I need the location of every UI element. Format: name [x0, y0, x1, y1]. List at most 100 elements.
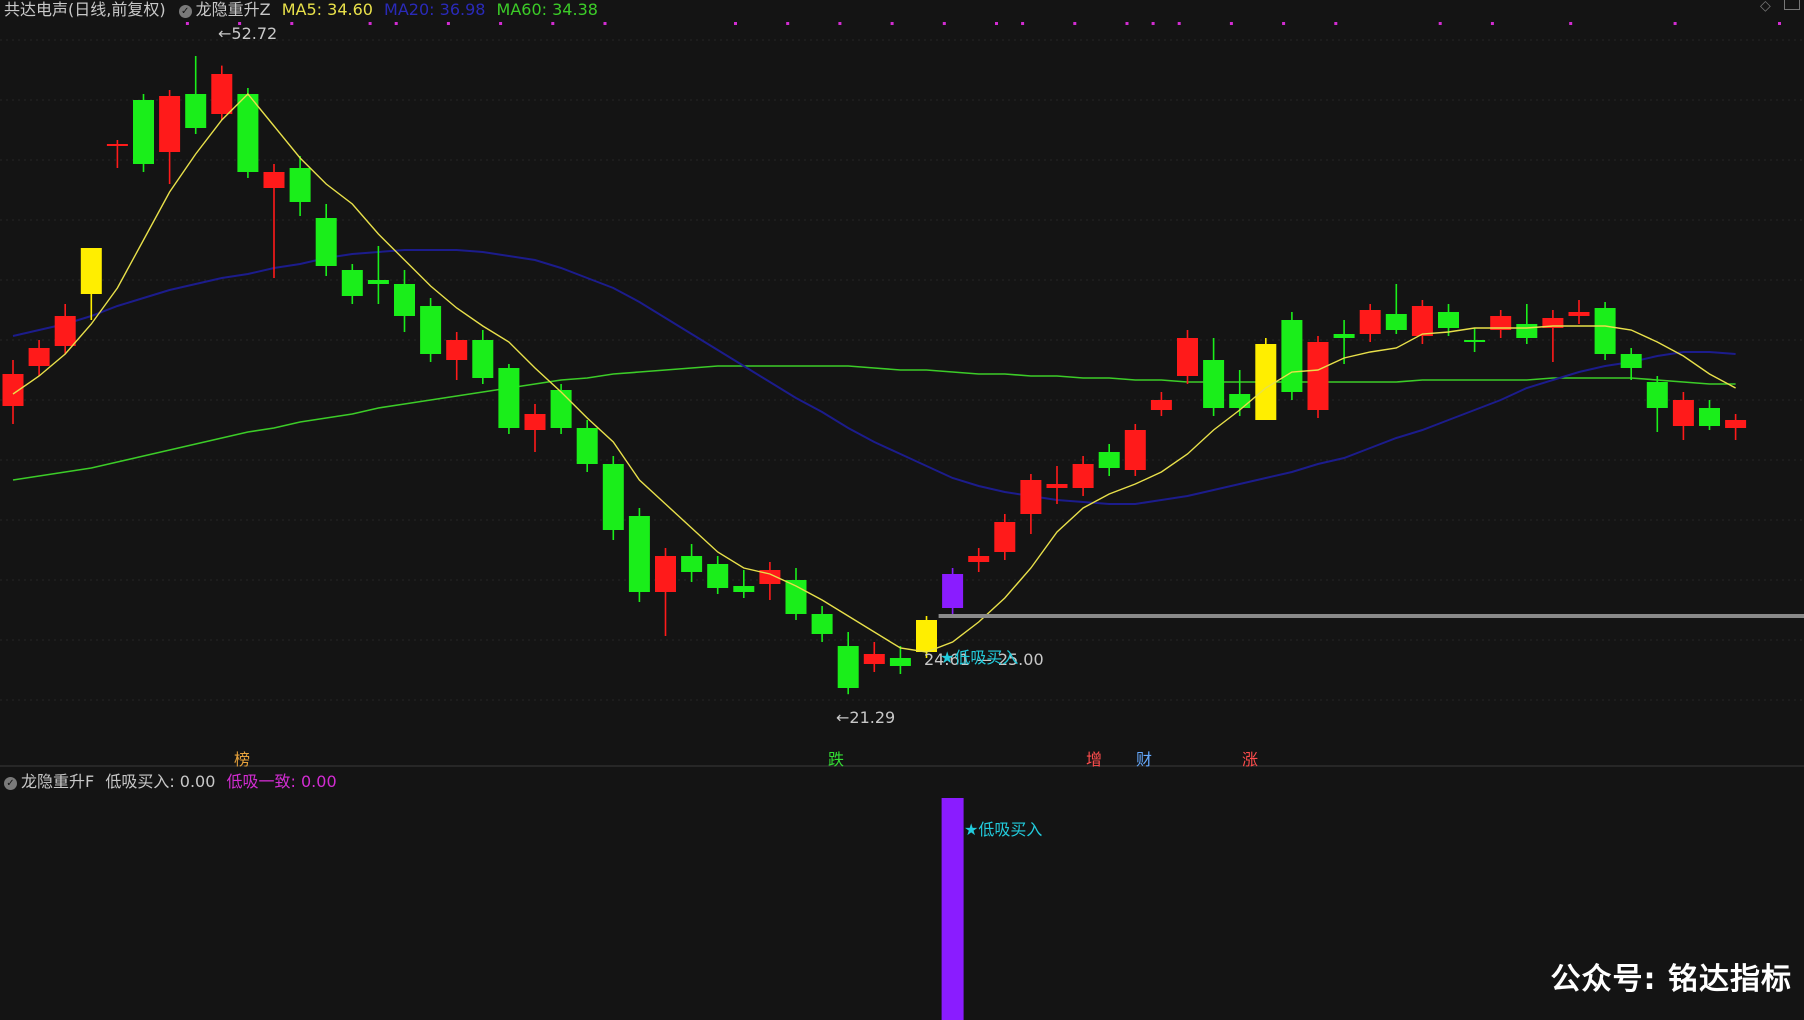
candle-body [1464, 340, 1486, 342]
buy-value: 低吸买入: 0.00 [105, 772, 216, 791]
candle [1020, 474, 1042, 534]
signal-dot [446, 22, 450, 25]
candle [1124, 424, 1146, 476]
candle-body [394, 284, 415, 316]
candle [1646, 376, 1668, 432]
candle [159, 90, 181, 184]
candle [133, 94, 154, 172]
window-restore-icon[interactable] [1784, 0, 1800, 10]
signal-dot [1151, 22, 1155, 25]
candle-body [1177, 338, 1198, 376]
candle-body [2, 374, 24, 406]
signal-dot [1073, 22, 1077, 25]
signal-dot [734, 22, 737, 25]
candle-body [1568, 312, 1590, 316]
candle-body [28, 348, 50, 366]
stock-title[interactable]: 共达电声(日线,前复权) [4, 0, 166, 19]
ma60-label: MA60: 34.38 [496, 0, 598, 19]
sub-signal-bar [941, 798, 964, 1020]
candle-body [367, 280, 389, 284]
candle [1542, 310, 1564, 362]
candle-body [1046, 484, 1068, 488]
candle-body [1255, 344, 1277, 420]
candle-body [863, 654, 885, 664]
consistency-value: 低吸一致: 0.00 [226, 772, 337, 791]
low-price-label: ←21.29 [836, 708, 896, 727]
candle [472, 330, 494, 384]
candle [1385, 284, 1407, 334]
candle [576, 420, 598, 472]
candle-body [707, 564, 729, 588]
candle [681, 544, 703, 582]
candle-body [576, 428, 598, 464]
candle [1699, 400, 1720, 430]
candle-body [1098, 452, 1120, 468]
candle [863, 642, 885, 672]
candle [837, 632, 859, 695]
candle [524, 404, 546, 452]
candle [1725, 414, 1747, 440]
candle-body [80, 248, 102, 294]
signal-dot [786, 22, 790, 25]
event-marker-bang[interactable]: 榜 [234, 746, 250, 770]
signal-dot [1177, 22, 1181, 25]
candle-body [472, 340, 494, 378]
event-marker-zhang[interactable]: 涨 [1242, 746, 1258, 770]
candle-body [54, 316, 76, 346]
candle [759, 562, 781, 600]
candle [1255, 338, 1277, 420]
sub-settings-circle-icon[interactable]: ✓ [4, 777, 17, 790]
candle [1072, 456, 1094, 496]
candle-body [994, 522, 1016, 552]
candle-body [159, 96, 181, 152]
signal-dot [603, 22, 607, 25]
settings-circle-icon[interactable]: ✓ [178, 5, 192, 18]
candle [1516, 304, 1538, 344]
high-price-label: ←52.72 [218, 24, 278, 43]
event-marker-die[interactable]: 跌 [828, 746, 844, 770]
candle [1490, 310, 1512, 338]
candle-body [106, 144, 128, 146]
candle [942, 568, 964, 616]
ma20-label: MA20: 36.98 [384, 0, 486, 19]
indicator-name[interactable]: 龙隐重升Z [196, 0, 271, 19]
candle [707, 556, 729, 594]
sub-indicator-name[interactable]: 龙隐重升F [21, 772, 94, 791]
candle [1568, 300, 1590, 324]
kline-chart[interactable] [0, 0, 1804, 1020]
candle-body [1150, 400, 1172, 410]
candle-body [1438, 312, 1459, 328]
signal-dot [890, 22, 894, 25]
diamond-icon[interactable]: ◇ [1760, 0, 1771, 14]
signal-dot [838, 22, 842, 25]
signal-dot [1125, 22, 1129, 25]
candle-body [1124, 430, 1146, 470]
signal-dot [995, 22, 998, 25]
candle [889, 646, 911, 674]
event-marker-zeng[interactable]: 增 [1086, 746, 1102, 770]
candle-body [211, 74, 233, 114]
signal-dot [551, 22, 555, 25]
candle [1672, 392, 1694, 440]
signal-dot [1229, 22, 1233, 25]
signal-dot [1778, 22, 1781, 25]
candle-body [1699, 408, 1720, 426]
signal-dot [942, 22, 946, 25]
candle [785, 568, 807, 620]
candle [1203, 338, 1225, 416]
candle [2, 360, 24, 424]
candle-body [498, 368, 520, 428]
candle [1307, 336, 1329, 418]
candle-body [1516, 324, 1538, 338]
ma20-line [12, 249, 1736, 505]
candle [628, 508, 650, 602]
candle-body [889, 658, 911, 666]
event-marker-cai[interactable]: 财 [1136, 746, 1152, 770]
candle-body [1333, 334, 1355, 338]
candle [1359, 304, 1381, 342]
candle-body [1281, 320, 1303, 392]
candle [1594, 302, 1616, 360]
signal-dot [1021, 22, 1025, 25]
candle-body [602, 464, 624, 530]
candle-body [1594, 308, 1616, 354]
